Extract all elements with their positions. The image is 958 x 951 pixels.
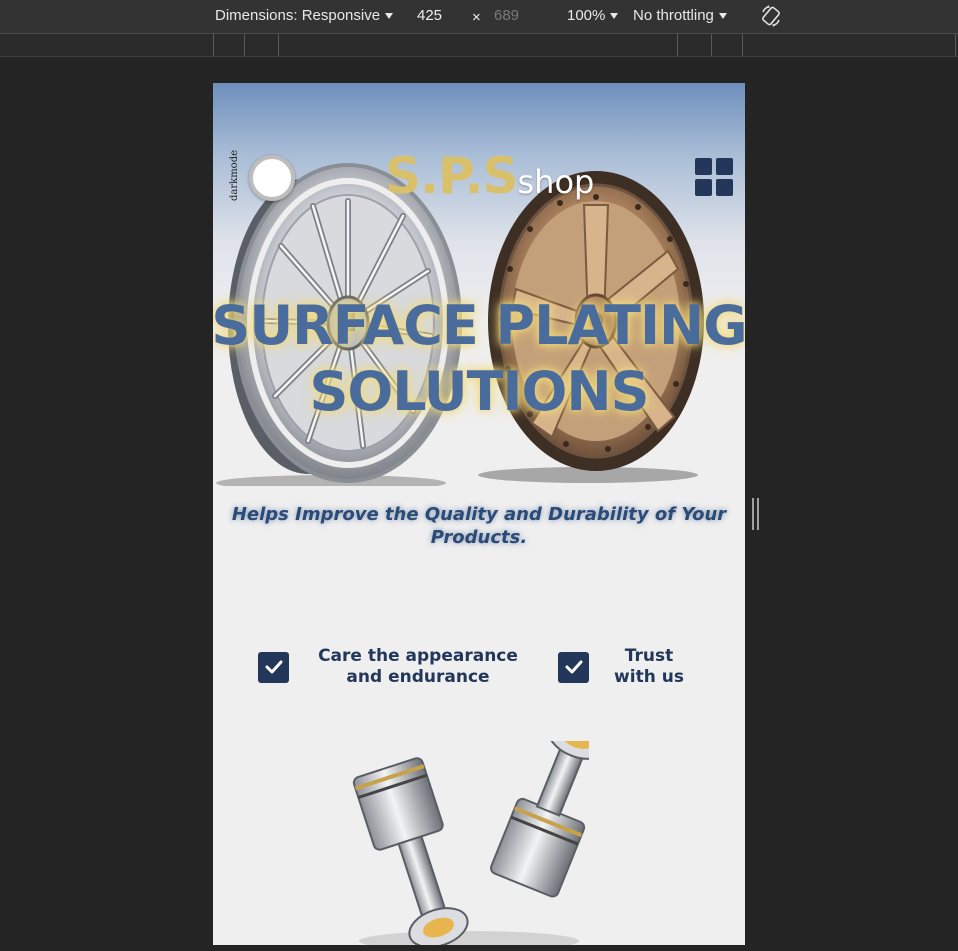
dimensions-dropdown[interactable]: Dimensions: Responsive xyxy=(215,6,394,26)
checkbox-check-icon xyxy=(558,651,589,683)
width-input[interactable]: 425 xyxy=(417,6,442,26)
ruler-tick xyxy=(244,34,245,56)
ruler-tick xyxy=(742,34,743,56)
feature-label: Trust with us xyxy=(614,646,684,687)
caret-down-icon xyxy=(610,13,619,19)
throttling-dropdown[interactable]: No throttling xyxy=(633,6,727,26)
feature-label: Care the appearance and endurance xyxy=(318,646,518,687)
viewport-resize-handle[interactable] xyxy=(752,498,759,530)
ruler-tick xyxy=(955,34,956,56)
zoom-dropdown[interactable]: 100% xyxy=(567,6,619,26)
darkmode-label: darkmode xyxy=(229,149,240,201)
darkmode-toggle[interactable] xyxy=(249,155,295,201)
rotate-device-icon[interactable] xyxy=(760,4,782,28)
caret-down-icon xyxy=(385,13,394,19)
pistons-image xyxy=(352,741,589,945)
caret-down-icon xyxy=(718,13,727,19)
hero-section: darkmode S.P.S shop SURFACE PLATING SOLU… xyxy=(213,83,745,486)
hero-subtitle: Helps Improve the Quality and Durability… xyxy=(231,504,727,548)
throttling-label: No throttling xyxy=(633,7,714,24)
feature-item: Trust with us xyxy=(558,646,697,688)
ruler-tick xyxy=(278,34,279,56)
checkbox-check-icon xyxy=(258,651,289,683)
media-query-bar xyxy=(0,34,958,57)
logo-main-text: S.P.S xyxy=(385,147,518,205)
feature-item: Care the appearance and endurance xyxy=(258,646,533,688)
x-icon: × xyxy=(472,9,481,26)
zoom-label: 100% xyxy=(567,7,606,24)
site-logo[interactable]: S.P.S shop xyxy=(385,147,594,205)
ruler-tick xyxy=(677,34,678,56)
ruler-tick xyxy=(213,34,214,56)
ruler-tick xyxy=(711,34,712,56)
device-viewport: darkmode S.P.S shop SURFACE PLATING SOLU… xyxy=(213,83,745,945)
grid-menu-icon[interactable] xyxy=(695,158,733,196)
dimensions-label: Dimensions: Responsive xyxy=(215,7,381,24)
device-toolbar: Dimensions: Responsive 425 × 689 100% No… xyxy=(0,0,958,33)
hero-title: SURFACE PLATING SOLUTIONS xyxy=(213,294,745,423)
logo-suffix-text: shop xyxy=(517,163,595,201)
height-input[interactable]: 689 xyxy=(494,6,519,26)
